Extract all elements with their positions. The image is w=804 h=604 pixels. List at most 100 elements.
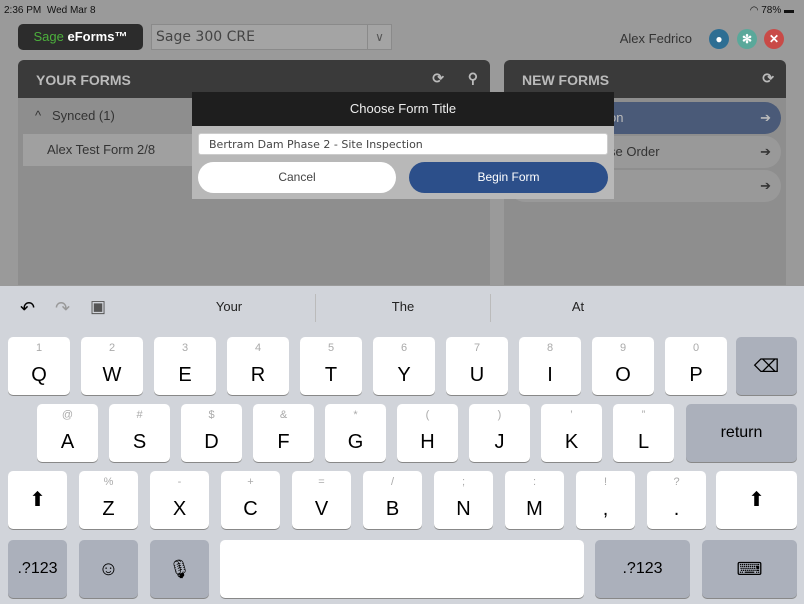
key-label: T	[324, 364, 338, 386]
key-label: F	[277, 431, 290, 453]
undo-icon[interactable]: ↶	[20, 298, 35, 319]
key-x[interactable]: -X	[150, 471, 209, 529]
key-label: .	[673, 498, 680, 520]
key-i[interactable]: 8I	[519, 337, 581, 395]
key-secondary: 4	[254, 342, 262, 354]
key-o[interactable]: 9O	[592, 337, 654, 395]
begin-form-button[interactable]: Begin Form	[409, 162, 608, 193]
key-label: G	[347, 431, 364, 453]
key-g[interactable]: * G	[325, 404, 386, 462]
key-secondary: @	[61, 409, 74, 421]
shift-key-left[interactable]: ⬆	[8, 471, 67, 529]
redo-icon[interactable]: ↷	[55, 298, 70, 319]
arrow-right-icon: ➔	[760, 178, 771, 193]
chevron-up-icon: ^	[35, 108, 42, 123]
key-label: ,	[602, 498, 609, 520]
key-w[interactable]: 2W	[81, 337, 143, 395]
key-secondary: 1	[35, 342, 43, 354]
key-a[interactable]: @ A	[37, 404, 98, 462]
key-p[interactable]: 0P	[665, 337, 727, 395]
key-m[interactable]: :M	[505, 471, 564, 529]
key-secondary: *	[353, 409, 358, 421]
panel-title: NEW FORMS	[522, 72, 610, 88]
key-label: H	[420, 431, 435, 453]
key-secondary: !	[603, 476, 608, 488]
key-y[interactable]: 6Y	[373, 337, 435, 395]
key-n[interactable]: ; N	[434, 471, 493, 529]
paste-icon[interactable]: ▣	[90, 297, 106, 317]
key-secondary: :	[532, 476, 537, 488]
key-secondary: #	[136, 409, 143, 421]
form-name: Alex Test Form 2/8	[47, 142, 156, 157]
battery-icon: ▬	[784, 5, 794, 16]
app-logo: Sage eForms™	[18, 24, 143, 50]
key-r[interactable]: 4R	[227, 337, 289, 395]
return-key[interactable]: return	[686, 404, 797, 462]
key-label: return	[720, 424, 763, 441]
key-h[interactable]: (H	[397, 404, 458, 462]
arrow-right-icon: ➔	[760, 110, 771, 125]
key-,[interactable]: !,	[576, 471, 635, 529]
key-z[interactable]: % Z	[79, 471, 138, 529]
key-k[interactable]: ’ K	[541, 404, 602, 462]
suggestion[interactable]: The	[318, 299, 488, 314]
key-label: I	[547, 364, 553, 386]
key-q[interactable]: 1Q	[8, 337, 70, 395]
key-label: Y	[397, 364, 411, 386]
emoji-key[interactable]: ☺	[79, 540, 138, 598]
shift-key-right[interactable]: ⬆	[716, 471, 797, 529]
key-e[interactable]: 3E	[154, 337, 216, 395]
company-select[interactable]: Sage 300 CRE ∨	[151, 24, 392, 50]
key-secondary: ’	[570, 409, 573, 421]
key-label: S	[132, 431, 147, 453]
key-c[interactable]: + C	[221, 471, 280, 529]
key-l[interactable]: ” L	[613, 404, 674, 462]
key-u[interactable]: 7U	[446, 337, 508, 395]
keyboard-hide-icon: ⌨	[736, 559, 763, 579]
search-icon[interactable]: ⚲	[468, 70, 478, 87]
key-secondary: &	[279, 409, 288, 421]
key-label: Z	[102, 498, 115, 520]
key-secondary: ?	[673, 476, 680, 488]
key-label: Q	[31, 364, 47, 386]
key-secondary: -	[177, 476, 182, 488]
numbers-key-left[interactable]: .?123	[8, 540, 67, 598]
suggestion[interactable]: At	[493, 299, 663, 314]
key-secondary: 7	[473, 342, 481, 354]
key-v[interactable]: = V	[292, 471, 351, 529]
form-title-input[interactable]	[198, 133, 608, 155]
key-secondary: %	[103, 476, 114, 488]
gear-icon[interactable]: ✻	[737, 29, 757, 49]
user-name: Alex Fedrico	[619, 31, 692, 46]
refresh-icon[interactable]: ⟳	[432, 70, 444, 87]
key-secondary: 5	[327, 342, 335, 354]
key-j[interactable]: ) J	[469, 404, 530, 462]
cancel-button[interactable]: Cancel	[198, 162, 396, 193]
status-bar: 2:36 PM Wed Mar 8 ◠ 78% ▬	[0, 0, 804, 20]
key-label: L	[637, 431, 650, 453]
user-icon[interactable]: ●	[709, 29, 729, 49]
key-secondary: )	[497, 409, 502, 421]
key-label: P	[689, 364, 703, 386]
key-secondary: (	[425, 409, 430, 421]
key-label: .?123	[622, 560, 663, 577]
key-d[interactable]: $ D	[181, 404, 242, 462]
key-b[interactable]: / B	[363, 471, 422, 529]
delete-key[interactable]: ⌫	[736, 337, 797, 395]
key-secondary: 2	[108, 342, 116, 354]
key-f[interactable]: & F	[253, 404, 314, 462]
suggestion[interactable]: Your	[144, 299, 314, 314]
hide-keyboard-key[interactable]: ⌨	[702, 540, 797, 598]
space-key[interactable]	[220, 540, 584, 598]
panel-title: YOUR FORMS	[36, 72, 131, 88]
refresh-icon[interactable]: ⟳	[762, 70, 774, 87]
key-t[interactable]: 5T	[300, 337, 362, 395]
numbers-key-right[interactable]: .?123	[595, 540, 690, 598]
key-label: U	[469, 364, 485, 386]
close-icon[interactable]: ✕	[764, 29, 784, 49]
key-s[interactable]: # S	[109, 404, 170, 462]
key-secondary: 6	[400, 342, 408, 354]
dictation-key[interactable]: 🎙	[150, 540, 209, 598]
key-.[interactable]: ?.	[647, 471, 706, 529]
key-label: E	[178, 364, 192, 386]
